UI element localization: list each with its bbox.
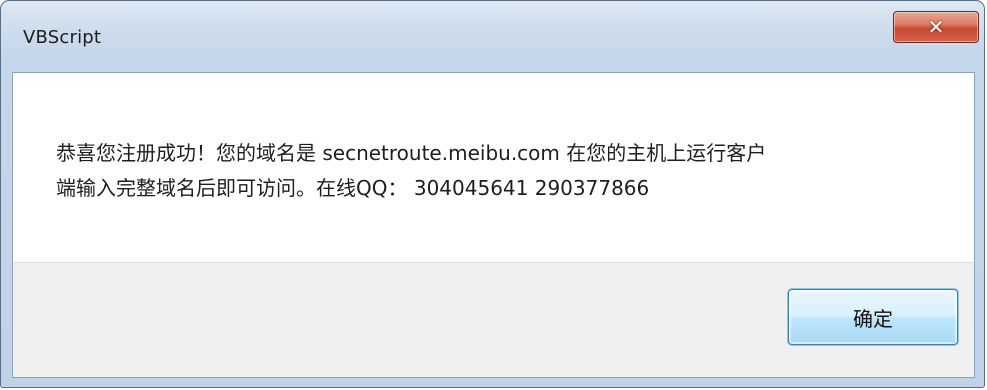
- window-title: VBScript: [23, 27, 102, 48]
- ok-button[interactable]: 确定: [788, 289, 958, 345]
- message-line-1: 恭喜您注册成功！您的域名是 secnetroute.meibu.com 在您的主…: [56, 141, 767, 165]
- message-line-2: 端输入完整域名后即可访问。在线QQ： 304045641 290377866: [56, 176, 650, 200]
- button-panel: 确定: [13, 262, 974, 377]
- close-button[interactable]: ✕: [893, 11, 979, 43]
- close-icon: ✕: [927, 15, 945, 39]
- dialog-client-area: 恭喜您注册成功！您的域名是 secnetroute.meibu.com 在您的主…: [12, 72, 975, 378]
- message-area: 恭喜您注册成功！您的域名是 secnetroute.meibu.com 在您的主…: [13, 73, 974, 262]
- message-box-window: VBScript ✕ 恭喜您注册成功！您的域名是 secnetroute.mei…: [0, 0, 985, 388]
- ok-button-label: 确定: [853, 306, 893, 331]
- message-text: 恭喜您注册成功！您的域名是 secnetroute.meibu.com 在您的主…: [56, 136, 936, 206]
